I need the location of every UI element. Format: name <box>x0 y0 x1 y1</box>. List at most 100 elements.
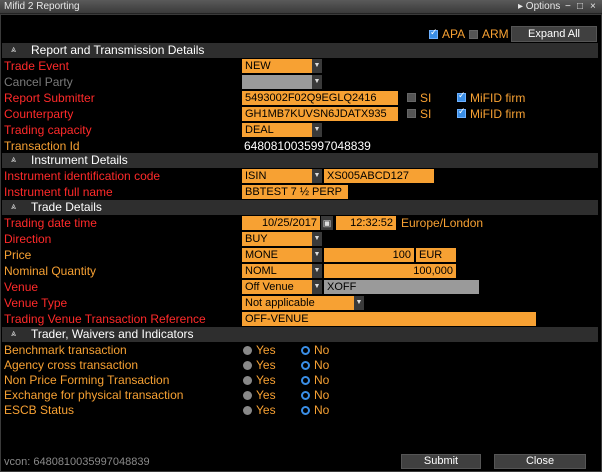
si-label: SI <box>420 107 432 121</box>
venue-type-label: Venue Type <box>4 296 68 310</box>
counterparty-field[interactable]: GH1MB7KUVSN6JDATX935 <box>242 107 398 121</box>
section-report-header[interactable]: ⩓ Report and Transmission Details <box>2 43 598 58</box>
yes-radio[interactable] <box>243 346 252 355</box>
transaction-id-label: Transaction Id <box>4 139 80 153</box>
cancel-party-label: Cancel Party <box>4 75 73 89</box>
instrument-id-field[interactable]: XS005ABCD127 <box>324 169 434 183</box>
price-label: Price <box>4 248 32 262</box>
yes-radio[interactable] <box>243 406 252 415</box>
yes-radio[interactable] <box>243 361 252 370</box>
trading-date-time-label: Trading date time <box>4 216 97 230</box>
direction-select[interactable]: BUY <box>242 232 312 246</box>
cancel-party-select[interactable] <box>242 75 312 89</box>
yes-label: Yes <box>256 403 276 417</box>
arm-checkbox[interactable] <box>469 30 478 39</box>
section-title: Report and Transmission Details <box>31 43 205 57</box>
submitter-si-checkbox[interactable] <box>407 93 416 102</box>
submit-button[interactable]: Submit <box>401 454 481 469</box>
chevron-down-icon[interactable]: ▼ <box>312 75 322 89</box>
collapse-chevron-icon[interactable]: ⩓ <box>11 201 16 212</box>
submitter-mifid-checkbox[interactable] <box>457 90 466 102</box>
tvtr-field[interactable]: OFF-VENUE <box>242 312 536 326</box>
no-radio[interactable] <box>301 361 310 370</box>
instrument-id-type-select[interactable]: ISIN <box>242 169 312 183</box>
nominal-type-select[interactable]: NOML <box>242 264 312 278</box>
chevron-down-icon[interactable]: ▼ <box>312 248 322 262</box>
counterparty-si-checkbox[interactable] <box>407 109 416 118</box>
chevron-down-icon[interactable]: ▼ <box>312 169 322 183</box>
close-button[interactable]: Close <box>494 454 586 469</box>
venue-label: Venue <box>4 280 39 294</box>
trading-capacity-select[interactable]: DEAL <box>242 123 312 137</box>
report-submitter-field[interactable]: 5493002F02Q9EGLQ2416 <box>242 91 398 105</box>
venue-type-select[interactable]: Not applicable <box>242 296 354 310</box>
trade-event-select[interactable]: NEW <box>242 59 312 73</box>
arm-label: ARM <box>482 27 509 41</box>
yes-label: Yes <box>256 373 276 387</box>
price-field[interactable]: 100 <box>324 248 414 262</box>
no-radio[interactable] <box>301 376 310 385</box>
indicator-label: Benchmark transaction <box>4 343 127 357</box>
chevron-down-icon[interactable]: ▼ <box>312 280 322 294</box>
counterparty-mifid-checkbox[interactable] <box>457 106 466 118</box>
venue-select[interactable]: Off Venue <box>242 280 312 294</box>
no-radio[interactable] <box>301 346 310 355</box>
title-bar: Mifid 2 Reporting ▸ Options − □ × <box>0 0 602 14</box>
indicator-label: ESCB Status <box>4 403 75 417</box>
transaction-id-value: 6480810035997048839 <box>244 139 371 153</box>
trading-time-field[interactable]: 12:32:52 <box>336 216 396 230</box>
price-currency-field[interactable]: EUR <box>416 248 456 262</box>
chevron-down-icon[interactable]: ▼ <box>354 296 364 310</box>
yes-label: Yes <box>256 358 276 372</box>
counterparty-label: Counterparty <box>4 107 74 121</box>
close-icon[interactable]: × <box>590 1 596 12</box>
chevron-down-icon[interactable]: ▼ <box>312 232 322 246</box>
direction-label: Direction <box>4 232 52 246</box>
vcon-text: vcon: 6480810035997048839 <box>4 456 150 468</box>
section-trade-header[interactable]: ⩓ Trade Details <box>2 200 598 215</box>
trading-capacity-label: Trading capacity <box>4 123 92 137</box>
yes-radio[interactable] <box>243 391 252 400</box>
no-radio[interactable] <box>301 391 310 400</box>
nominal-quantity-label: Nominal Quantity <box>4 264 97 278</box>
yes-radio[interactable] <box>243 376 252 385</box>
options-menu[interactable]: ▸ Options <box>518 1 560 12</box>
indicator-label: Agency cross transaction <box>4 358 139 372</box>
collapse-chevron-icon[interactable]: ⩓ <box>11 328 16 339</box>
window-title: Mifid 2 Reporting <box>4 1 80 12</box>
chevron-down-icon[interactable]: ▼ <box>312 264 322 278</box>
collapse-chevron-icon[interactable]: ⩓ <box>11 154 16 165</box>
price-type-select[interactable]: MONE <box>242 248 312 262</box>
no-radio[interactable] <box>301 406 310 415</box>
instrument-full-name-field[interactable]: BBTEST 7 ½ PERP <box>242 185 348 199</box>
no-label: No <box>314 373 330 387</box>
yes-label: Yes <box>256 343 276 357</box>
section-title: Instrument Details <box>31 153 128 167</box>
maximize-icon[interactable]: □ <box>577 1 583 12</box>
indicator-label: Non Price Forming Transaction <box>4 373 170 387</box>
si-label: SI <box>420 91 432 105</box>
trade-event-label: Trade Event <box>4 59 69 73</box>
section-instrument-header[interactable]: ⩓ Instrument Details <box>2 153 598 168</box>
timezone-label: Europe/London <box>401 216 484 230</box>
minimize-icon[interactable]: − <box>565 1 571 12</box>
yes-label: Yes <box>256 388 276 402</box>
venue-code-field: XOFF <box>324 280 479 294</box>
section-trader-header[interactable]: ⩓ Trader, Waivers and Indicators <box>2 327 598 342</box>
no-label: No <box>314 343 330 357</box>
nominal-quantity-field[interactable]: 100,000 <box>324 264 456 278</box>
no-label: No <box>314 388 330 402</box>
no-label: No <box>314 358 330 372</box>
collapse-chevron-icon[interactable]: ⩓ <box>11 44 16 55</box>
calendar-icon[interactable]: ▣ <box>321 216 333 230</box>
expand-all-button[interactable]: Expand All <box>511 26 597 42</box>
tvtr-label: Trading Venue Transaction Reference <box>4 312 206 326</box>
trading-date-field[interactable]: 10/25/2017 <box>242 216 320 230</box>
section-title: Trade Details <box>31 200 102 214</box>
chevron-down-icon[interactable]: ▼ <box>312 59 322 73</box>
chevron-down-icon[interactable]: ▼ <box>312 123 322 137</box>
apa-checkbox[interactable] <box>429 27 438 39</box>
instrument-id-label: Instrument identification code <box>4 169 161 183</box>
indicator-label: Exchange for physical transaction <box>4 388 184 402</box>
apa-label: APA <box>442 27 466 41</box>
